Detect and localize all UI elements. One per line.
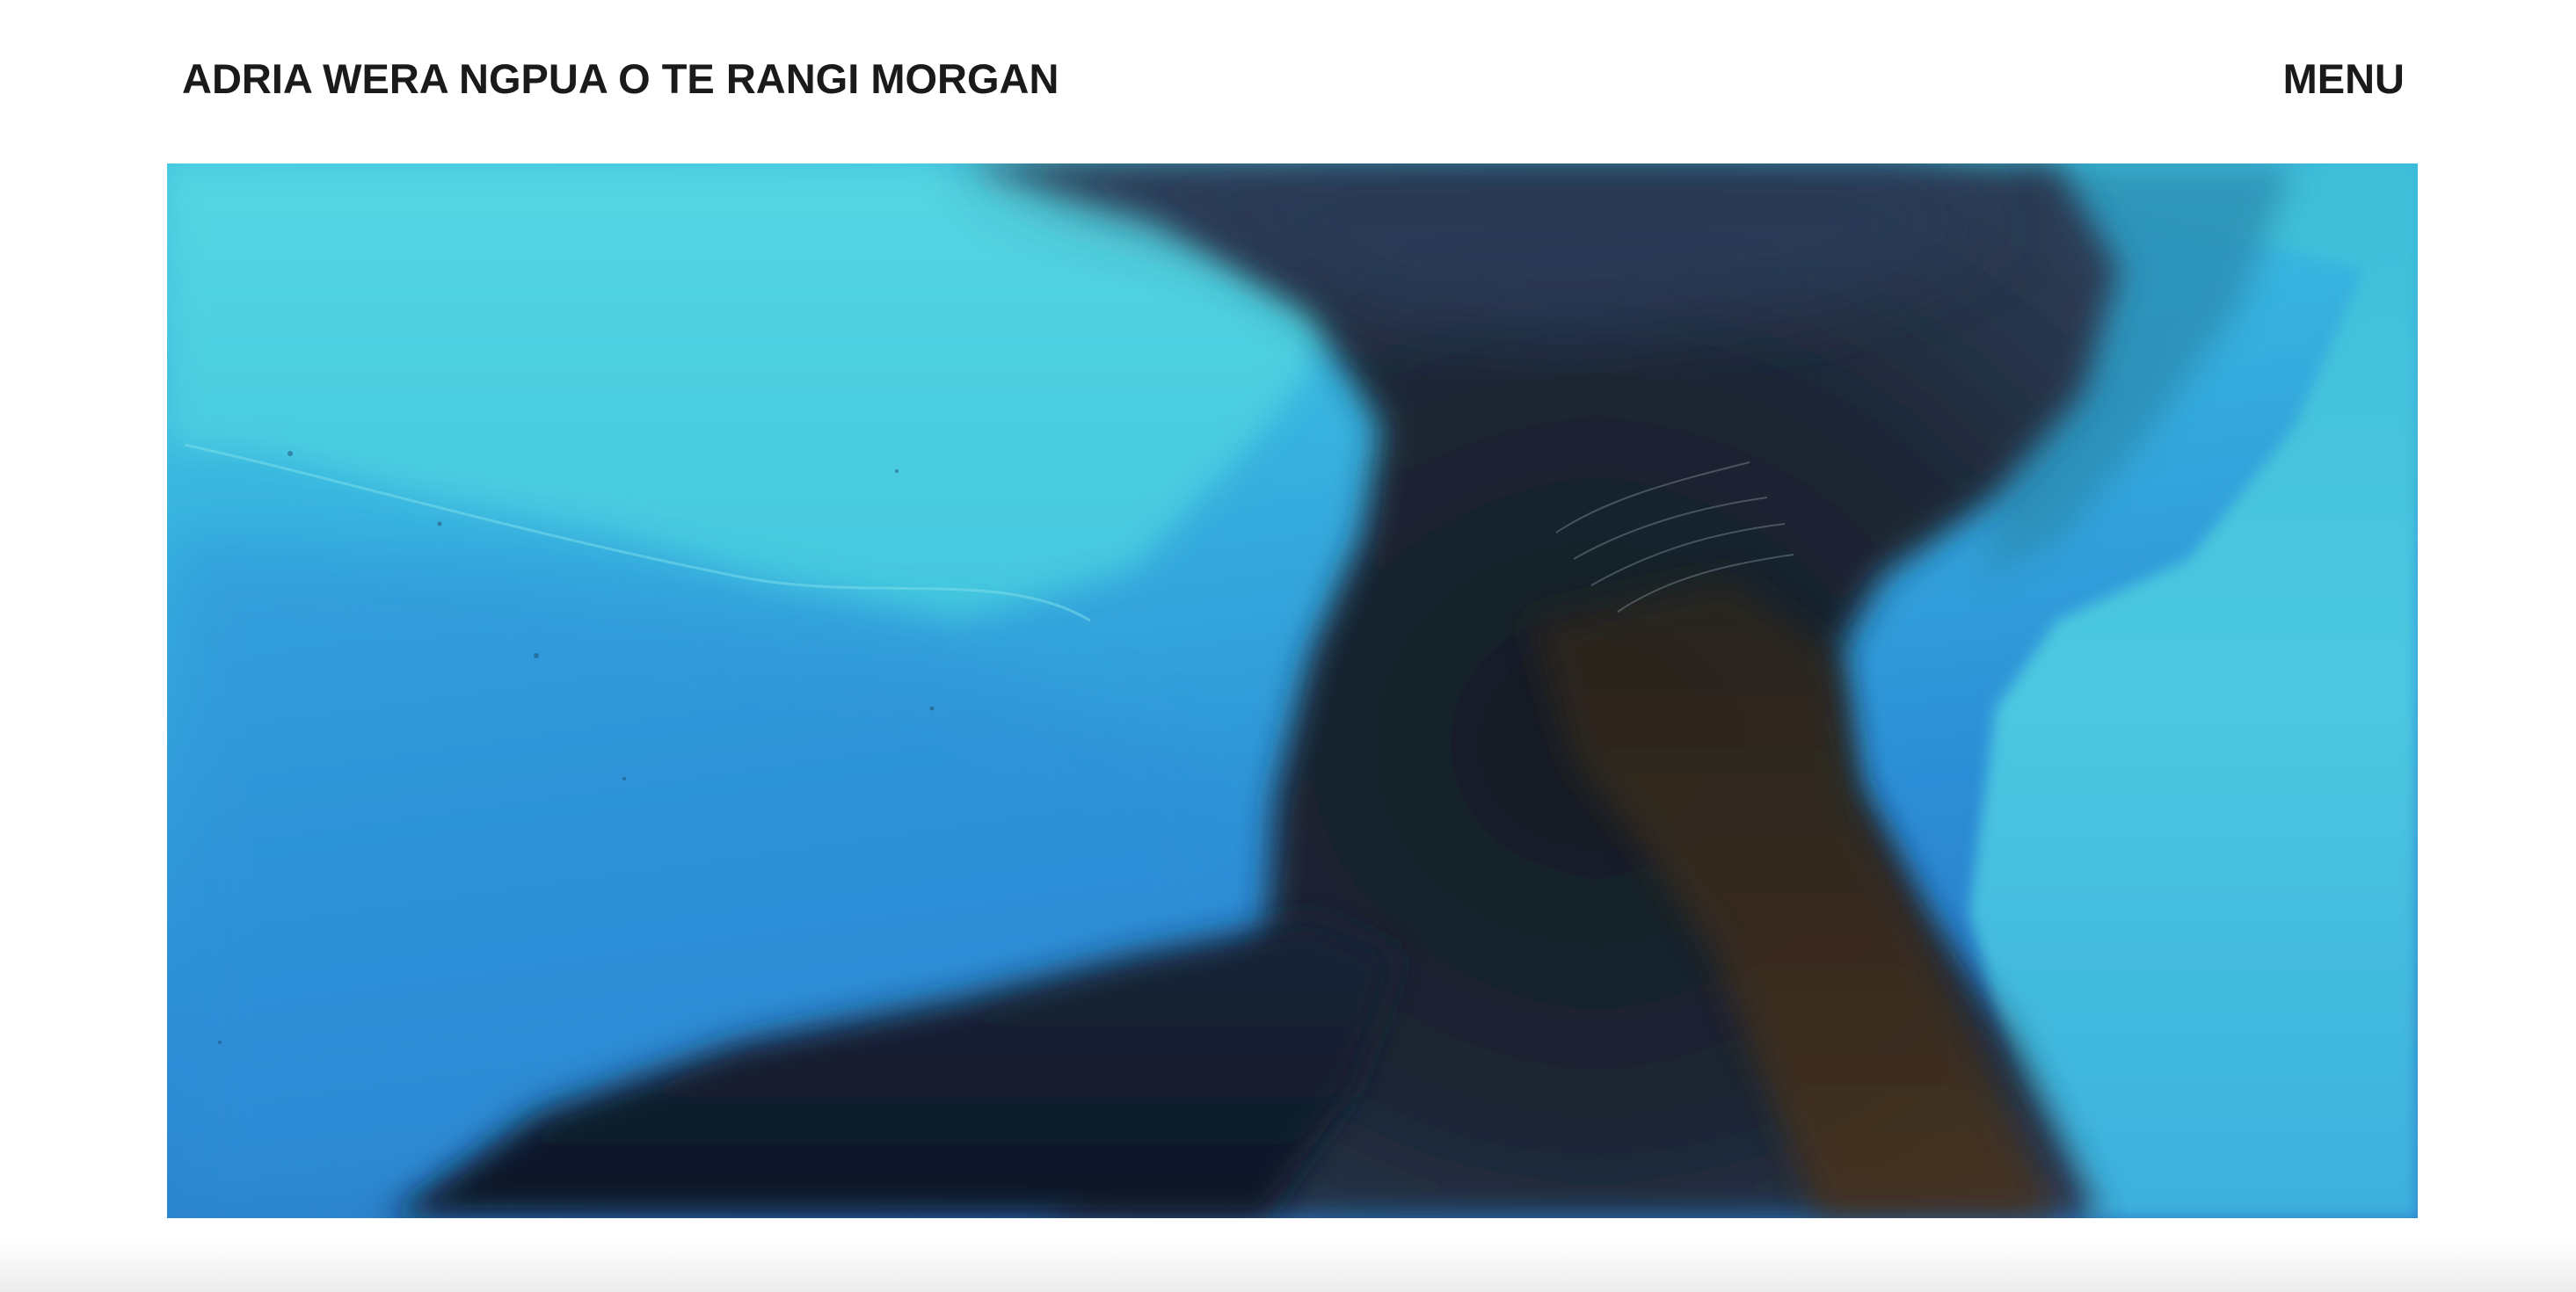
artwork-painting [167,163,2418,1218]
menu-button[interactable]: MENU [2283,54,2405,104]
hero-artwork-image [167,163,2418,1218]
site-title-link[interactable]: ADRIA WERA NGPUA O TE RANGI MORGAN [182,54,1059,104]
page-bottom-fade [0,1239,2576,1292]
site-header: ADRIA WERA NGPUA O TE RANGI MORGAN MENU [0,0,2576,163]
